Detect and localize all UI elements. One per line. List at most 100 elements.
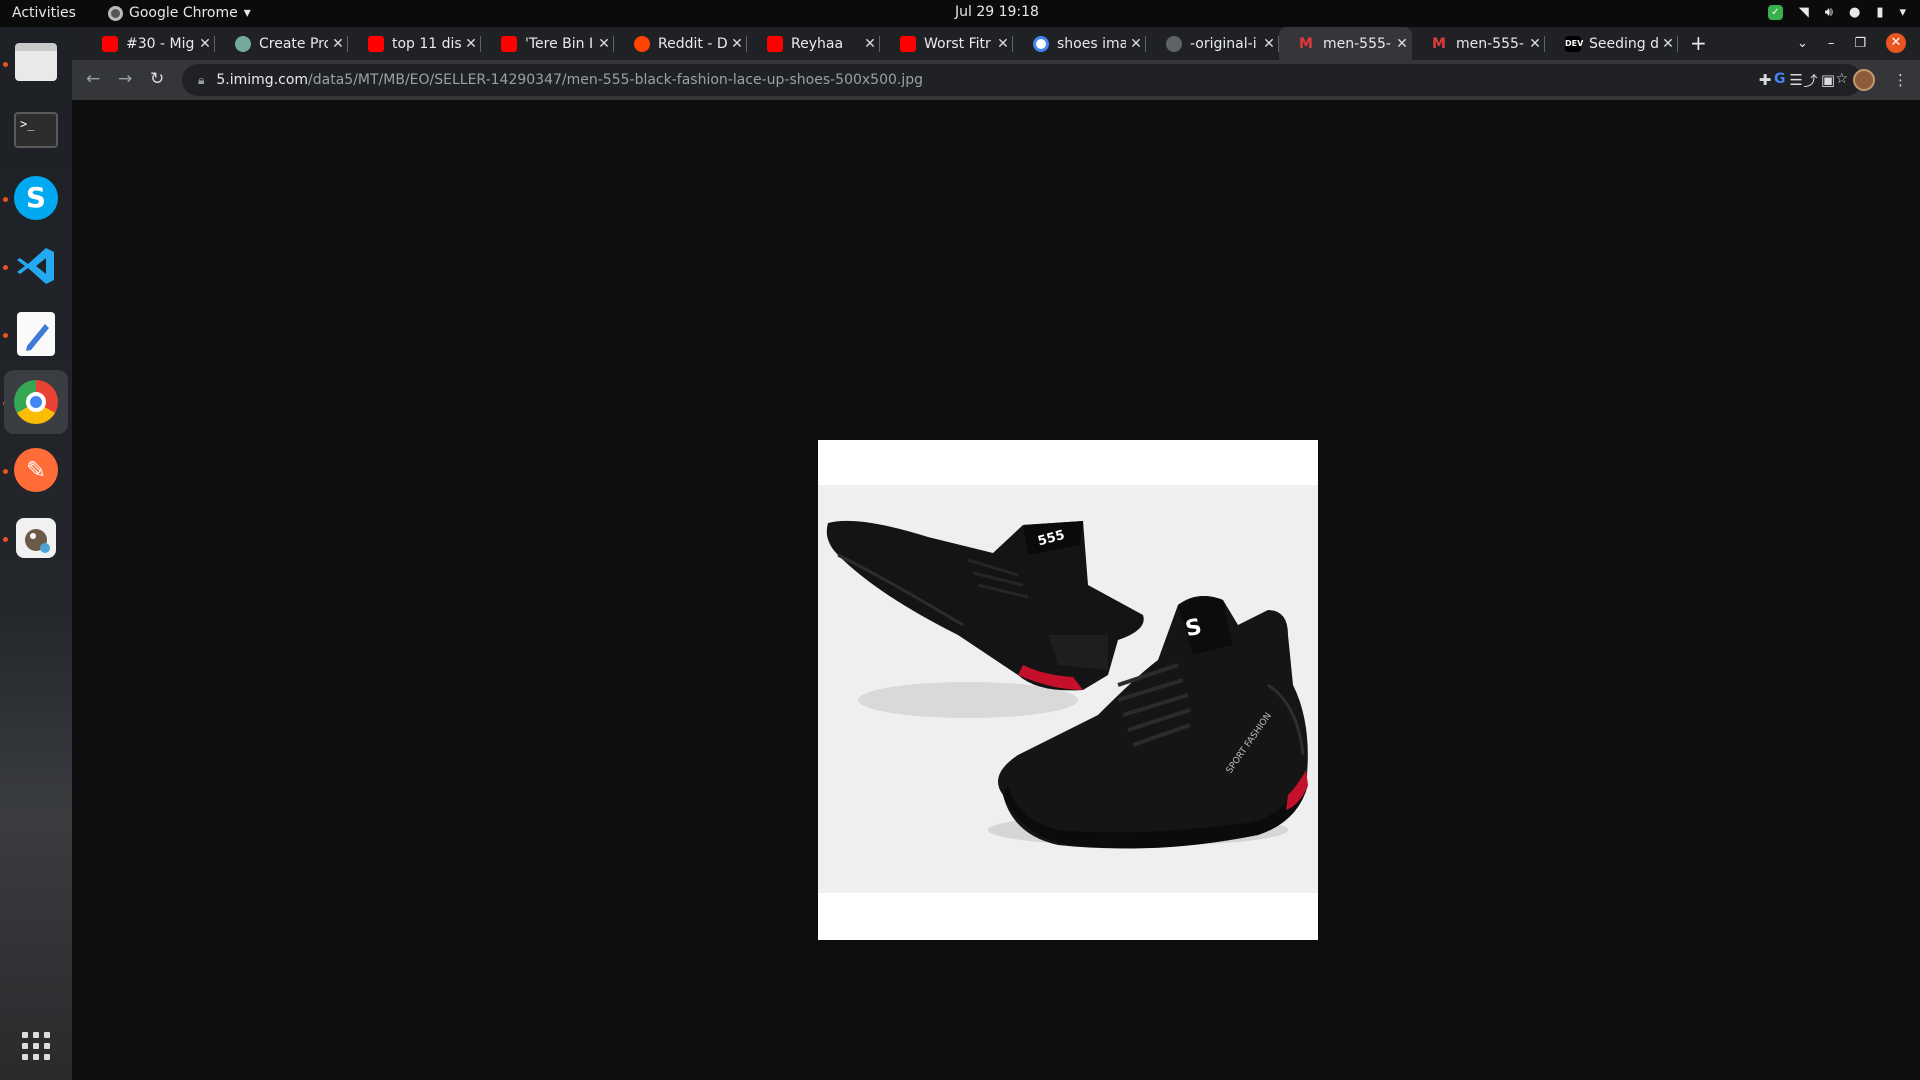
chatgpt-favicon-icon: [235, 35, 251, 52]
tab-title: Reddit - Di: [658, 35, 727, 52]
tab-close-icon[interactable]: ✕: [461, 36, 481, 52]
tab-title: top 11 dis: [392, 35, 461, 52]
window-controls: ⌄ – ❐ ✕: [1797, 33, 1906, 53]
tab-close-icon[interactable]: ✕: [1392, 36, 1412, 52]
tab-11[interactable]: Mmen-555-l ✕: [1412, 27, 1545, 60]
tab-10[interactable]: Mmen-555-l ✕: [1279, 27, 1412, 60]
indiamart-favicon-icon: M: [1299, 35, 1313, 52]
gimp-icon: [16, 518, 56, 558]
tab-4[interactable]: 'Tere Bin I ✕: [481, 27, 614, 60]
chrome-menu-icon[interactable]: ⋮: [1893, 71, 1908, 89]
running-indicator: [3, 197, 8, 202]
clock[interactable]: Jul 29 19:18: [0, 4, 1920, 20]
battery-icon: ▮: [1876, 5, 1884, 20]
running-indicator: [3, 469, 8, 474]
forward-arrow-icon[interactable]: →: [118, 69, 132, 89]
tab-close-icon[interactable]: ✕: [727, 36, 747, 52]
tab-1[interactable]: #30 - Migr ✕: [82, 27, 215, 60]
tab-8[interactable]: shoes ima ✕: [1013, 27, 1146, 60]
google-favicon-icon: [1033, 35, 1049, 52]
chrome-icon: [14, 380, 58, 424]
tab-7[interactable]: Worst Fitr ✕: [880, 27, 1013, 60]
volume-icon: 🔊︎: [1824, 5, 1833, 20]
dock-chrome[interactable]: [4, 370, 68, 434]
dock-gimp[interactable]: [10, 512, 62, 564]
tab-strip: #30 - Migr ✕ Create Pro ✕ top 11 dis ✕ 'Tere B…: [72, 27, 1920, 60]
tab-title: men-555-l: [1456, 35, 1525, 52]
tab-title: Reyhaa: [791, 35, 844, 52]
tab-close-icon[interactable]: ✕: [328, 36, 348, 52]
youtube-favicon-icon: [501, 35, 517, 52]
toolbar-right-buttons: ✚ ☰ ▣ ⋮: [1759, 69, 1908, 91]
tab-close-icon[interactable]: ✕: [1259, 36, 1279, 52]
tab-close-icon[interactable]: ✕: [1126, 36, 1146, 52]
left-sneaker: 555: [826, 520, 1144, 691]
running-indicator: [3, 333, 8, 338]
wifi-icon: ◥: [1798, 5, 1809, 20]
tab-3[interactable]: top 11 dis ✕: [348, 27, 481, 60]
url-host: 5.imimg.com: [216, 72, 309, 88]
tab-12[interactable]: DEV Seeding d ✕: [1545, 27, 1678, 60]
dock-skype[interactable]: S: [10, 172, 62, 224]
system-tray[interactable]: ✓ ◥ 🔊︎ ● ▮ ▾: [1767, 5, 1906, 20]
tab-2[interactable]: Create Pro ✕: [215, 27, 348, 60]
youtube-favicon-icon: [102, 35, 118, 52]
show-applications-button[interactable]: [10, 1020, 62, 1072]
show-applications-icon: [22, 1032, 50, 1060]
update-indicator-icon[interactable]: ✓: [1767, 5, 1783, 20]
dock-terminal[interactable]: >_: [10, 104, 62, 156]
dock-text-editor[interactable]: [10, 308, 62, 360]
tab-close-icon[interactable]: ✕: [993, 36, 1013, 52]
tab-title: #30 - Migr: [126, 35, 195, 52]
youtube-favicon-icon: [767, 35, 783, 52]
reload-icon[interactable]: ↻: [150, 69, 164, 89]
restore-button[interactable]: ❐: [1854, 36, 1866, 51]
reading-list-icon[interactable]: ☰: [1789, 71, 1802, 89]
new-tab-button[interactable]: +: [1690, 31, 1707, 55]
gnome-top-bar: Activities Google Chrome ▾ Jul 29 19:18 …: [0, 0, 1920, 27]
vscode-icon: [17, 248, 54, 284]
tab-title: -original-i: [1190, 35, 1257, 52]
tab-close-icon[interactable]: ✕: [860, 36, 880, 52]
reddit-favicon-icon: [634, 35, 650, 52]
extensions-puzzle-icon[interactable]: ✚: [1759, 71, 1772, 89]
lock-icon[interactable]: 🔒︎: [198, 73, 204, 88]
skype-icon: S: [14, 176, 58, 220]
files-icon: [15, 43, 57, 81]
tab-title: Seeding d: [1589, 35, 1658, 52]
tab-close-icon[interactable]: ✕: [1525, 36, 1545, 52]
dock-files[interactable]: [10, 36, 62, 88]
tab-6[interactable]: Reyhaa ✕: [747, 27, 880, 60]
tab-close-icon[interactable]: ✕: [1658, 36, 1678, 52]
system-menu-arrow-icon[interactable]: ▾: [1899, 5, 1906, 20]
tab-separator: [1677, 36, 1678, 52]
back-arrow-icon[interactable]: ←: [86, 69, 100, 89]
side-panel-icon[interactable]: ▣: [1821, 71, 1835, 89]
black-sneakers-illustration: 555 S SPORT FASHION: [826, 520, 1308, 849]
close-window-button[interactable]: ✕: [1886, 33, 1906, 53]
address-bar[interactable]: 🔒︎ 5.imimg.com/data5/MT/MB/EO/SELLER-142…: [182, 64, 1862, 96]
microphone-icon: ●: [1848, 5, 1861, 20]
tab-title: men-555-l: [1323, 35, 1392, 52]
profile-avatar[interactable]: [1853, 69, 1875, 91]
globe-favicon-icon: [1166, 35, 1182, 52]
tab-search-icon[interactable]: ⌄: [1797, 36, 1808, 51]
dock-postman[interactable]: ✎: [10, 444, 62, 496]
running-indicator: [3, 537, 8, 542]
postman-icon: ✎: [14, 448, 58, 492]
tab-9[interactable]: -original-i ✕: [1146, 27, 1279, 60]
minimize-button[interactable]: –: [1828, 36, 1835, 51]
tab-title: Create Pro: [259, 35, 328, 52]
page-viewport: 555 S SPORT FASHION: [72, 100, 1920, 1080]
tab-close-icon[interactable]: ✕: [195, 36, 215, 52]
tab-title: Worst Fitr: [924, 35, 991, 52]
tab-5[interactable]: Reddit - Di ✕: [614, 27, 747, 60]
indiamart-favicon-icon: M: [1432, 35, 1446, 52]
dock-vscode[interactable]: [10, 240, 62, 292]
running-indicator: [3, 265, 8, 270]
tab-close-icon[interactable]: ✕: [594, 36, 614, 52]
text-editor-icon: [17, 312, 55, 356]
browser-toolbar: ← → ↻ 🔒︎ 5.imimg.com/data5/MT/MB/EO/SELL…: [72, 60, 1920, 100]
dock: >_ S ✎: [0, 27, 72, 1080]
shoe-image[interactable]: 555 S SPORT FASHION: [818, 440, 1318, 940]
